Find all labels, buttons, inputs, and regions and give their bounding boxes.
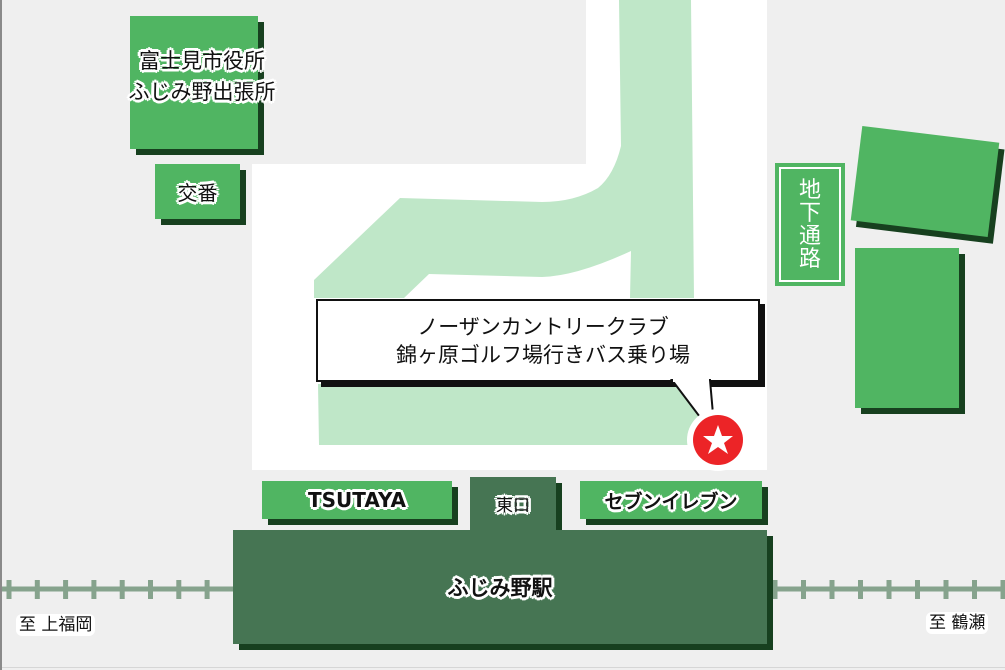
fujimino-station[interactable]: ふじみ野駅 xyxy=(233,530,767,644)
station-label: ふじみ野駅 xyxy=(447,576,553,600)
right-destination-label: 至 鶴瀬 xyxy=(926,612,989,634)
station-area-map: 富士見市役所 ふじみ野出張所 交番 地 下 通 路 ノーザンカントリークラブ 錦… xyxy=(0,0,1005,670)
bottom-border xyxy=(2,667,1005,668)
left-destination-label: 至 上福岡 xyxy=(16,614,96,636)
